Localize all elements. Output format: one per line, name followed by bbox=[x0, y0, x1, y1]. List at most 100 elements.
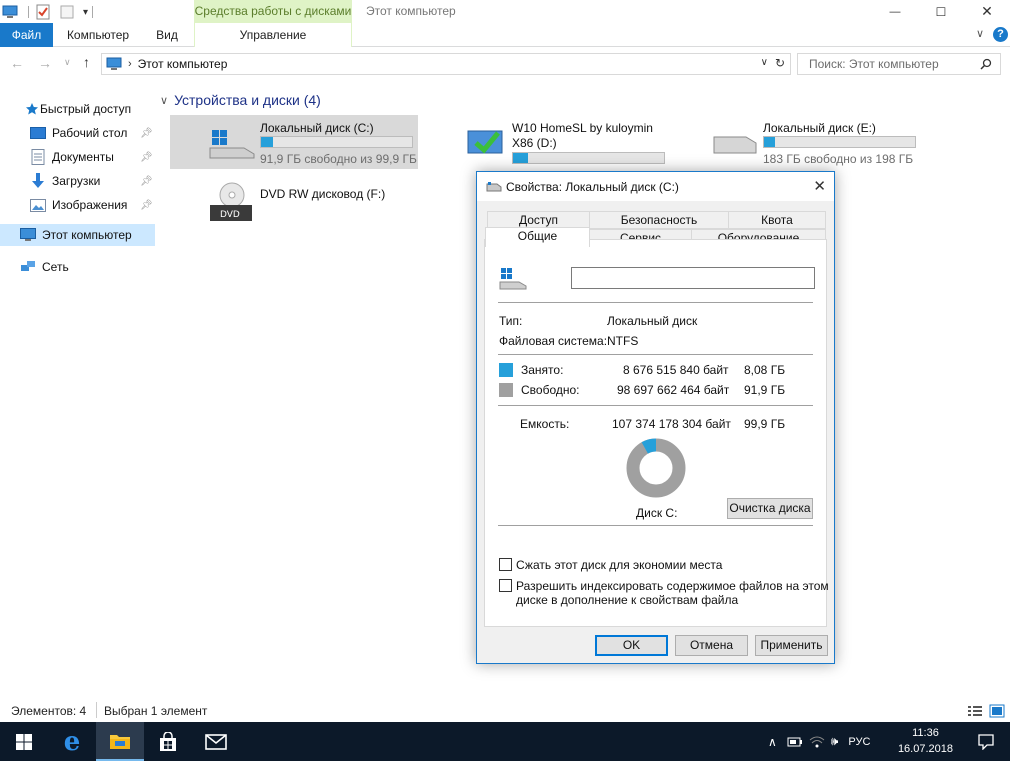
index-label-line1[interactable]: Разрешить индексировать содержимое файло… bbox=[516, 579, 829, 593]
windows-logo-icon bbox=[16, 733, 32, 750]
close-button[interactable]: ✕ bbox=[964, 0, 1010, 23]
minimize-icon: — bbox=[889, 5, 901, 18]
clock[interactable]: 11:36 16.07.2018 bbox=[898, 725, 953, 757]
disk-label: Диск C: bbox=[636, 506, 678, 520]
ribbon-expand-icon[interactable]: ∨ bbox=[976, 27, 984, 40]
maximize-button[interactable]: ☐ bbox=[918, 0, 964, 23]
nav-item-quick-access[interactable]: Быстрый доступ bbox=[0, 98, 155, 120]
disk-cleanup-button[interactable]: Очистка диска bbox=[727, 498, 813, 519]
address-dropdown-icon[interactable]: ∨ bbox=[761, 57, 768, 68]
volume-icon[interactable]: 🕪︎ bbox=[831, 734, 839, 749]
collapse-chevron-icon[interactable]: ∨ bbox=[160, 94, 168, 107]
computer-icon[interactable] bbox=[2, 4, 18, 20]
breadcrumb-chevron-icon[interactable]: › bbox=[128, 58, 132, 70]
compress-checkbox[interactable] bbox=[499, 558, 512, 571]
tab-view[interactable]: Вид bbox=[144, 23, 190, 47]
nav-item-this-pc[interactable]: Этот компьютер bbox=[0, 224, 155, 246]
help-icon[interactable]: ? bbox=[993, 27, 1008, 42]
pin-icon[interactable]: 📌︎ bbox=[140, 176, 153, 187]
drive-name: Локальный диск (C:) bbox=[260, 121, 374, 135]
apply-button[interactable]: Применить bbox=[755, 635, 828, 656]
taskbar-file-explorer[interactable] bbox=[96, 722, 144, 761]
taskbar-mail[interactable] bbox=[192, 722, 240, 761]
taskbar-edge[interactable]: e bbox=[48, 722, 96, 761]
status-selected: Выбран 1 элемент bbox=[104, 704, 208, 718]
nav-item-label: Быстрый доступ bbox=[40, 102, 132, 116]
tab-quota[interactable]: Квота bbox=[728, 211, 826, 229]
free-gb: 91,9 ГБ bbox=[744, 383, 786, 397]
computer-icon bbox=[20, 227, 36, 243]
tab-general[interactable]: Общие bbox=[485, 227, 590, 247]
ok-button[interactable]: OK bbox=[595, 635, 668, 656]
taskbar-store[interactable] bbox=[144, 722, 192, 761]
large-icons-view-icon[interactable] bbox=[989, 704, 1005, 718]
dialog-close-icon[interactable]: ✕ bbox=[813, 177, 826, 195]
breadcrumb-this-pc[interactable]: Этот компьютер bbox=[138, 57, 228, 71]
battery-icon[interactable] bbox=[787, 736, 803, 748]
drive-free-space: 183 ГБ свободно из 198 ГБ bbox=[763, 152, 914, 166]
forward-arrow-icon[interactable]: → bbox=[38, 55, 52, 71]
dialog-title-bar[interactable]: Свойства: Локальный диск (C:) ✕ bbox=[477, 172, 834, 201]
cancel-button[interactable]: Отмена bbox=[675, 635, 748, 656]
drive-c[interactable]: Локальный диск (C:) 91,9 ГБ свободно из … bbox=[170, 115, 418, 169]
install-disc-icon bbox=[467, 130, 503, 154]
recent-locations-icon[interactable]: ∨ bbox=[64, 57, 71, 68]
details-view-icon[interactable] bbox=[967, 704, 983, 718]
nav-item-pictures[interactable]: Изображения 📌︎ bbox=[0, 194, 155, 216]
drive-e[interactable]: Локальный диск (E:) 183 ГБ свободно из 1… bbox=[712, 115, 932, 169]
tab-computer[interactable]: Компьютер bbox=[55, 23, 141, 47]
properties-dialog: Свойства: Локальный диск (C:) ✕ Доступ Б… bbox=[476, 171, 835, 664]
tab-security[interactable]: Безопасность bbox=[589, 211, 729, 229]
tab-file[interactable]: Файл bbox=[0, 23, 53, 47]
input-language[interactable]: РУС bbox=[848, 736, 870, 748]
drive-f[interactable]: DVD DVD RW дисковод (F:) bbox=[208, 181, 418, 235]
quick-access-toolbar: ▾ bbox=[0, 2, 97, 22]
refresh-icon[interactable]: ↻ bbox=[775, 56, 785, 70]
nav-item-network[interactable]: Сеть bbox=[0, 256, 155, 278]
mail-icon bbox=[205, 733, 227, 750]
pin-icon[interactable]: 📌︎ bbox=[140, 152, 153, 163]
maximize-icon: ☐ bbox=[935, 4, 947, 19]
tab-manage[interactable]: Управление bbox=[194, 23, 352, 47]
type-value: Локальный диск bbox=[607, 314, 698, 328]
drive-free-space: 91,9 ГБ свободно из 99,9 ГБ bbox=[260, 152, 417, 166]
computer-icon bbox=[106, 57, 122, 70]
pin-icon[interactable]: 📌︎ bbox=[140, 200, 153, 211]
minimize-button[interactable]: — bbox=[872, 0, 918, 23]
nav-item-label: Сеть bbox=[42, 260, 69, 274]
nav-item-documents[interactable]: Документы 📌︎ bbox=[0, 146, 155, 168]
nav-item-downloads[interactable]: Загрузки 📌︎ bbox=[0, 170, 155, 192]
qat-dropdown-icon[interactable]: ▾ bbox=[83, 7, 88, 18]
network-wifi-icon[interactable] bbox=[809, 735, 825, 749]
start-button[interactable] bbox=[0, 722, 48, 761]
status-items-count: Элементов: 4 bbox=[11, 704, 87, 718]
drive-usage-bar bbox=[763, 136, 916, 148]
index-label-line2[interactable]: диске в дополнение к свойствам файла bbox=[516, 593, 738, 607]
show-hidden-icons-icon[interactable]: ∧ bbox=[768, 735, 777, 749]
divider bbox=[498, 302, 813, 303]
title-bar: ▾ Средства работы с дисками Этот компьют… bbox=[0, 0, 1010, 23]
index-checkbox[interactable] bbox=[499, 579, 512, 592]
nav-item-label: Этот компьютер bbox=[42, 228, 132, 242]
nav-item-label: Загрузки bbox=[52, 174, 101, 188]
search-placeholder: Поиск: Этот компьютер bbox=[809, 57, 939, 71]
action-center-button[interactable] bbox=[962, 722, 1010, 761]
drive-d[interactable]: W10 HomeSL by kuloymin X86 (D:) bbox=[464, 115, 684, 169]
type-label: Тип: bbox=[499, 314, 523, 328]
address-bar[interactable]: › Этот компьютер ∨ ↻ bbox=[101, 53, 791, 75]
search-input[interactable]: Поиск: Этот компьютер bbox=[797, 53, 1001, 75]
pin-icon[interactable]: 📌︎ bbox=[140, 128, 153, 139]
notifications-icon bbox=[978, 733, 994, 750]
volume-label-input[interactable] bbox=[571, 267, 815, 289]
ribbon-tabs: Файл Компьютер Вид Управление ∨ ? bbox=[0, 23, 1010, 47]
back-arrow-icon[interactable]: ← bbox=[10, 55, 24, 71]
search-icon[interactable] bbox=[980, 58, 992, 70]
filesystem-label: Файловая система: bbox=[499, 334, 608, 348]
group-header-devices[interactable]: ∨ Устройства и диски (4) bbox=[160, 92, 321, 108]
nav-item-desktop[interactable]: Рабочий стол 📌︎ bbox=[0, 122, 155, 144]
properties-icon[interactable] bbox=[35, 4, 51, 20]
status-bar: Элементов: 4 Выбран 1 элемент bbox=[0, 700, 1010, 722]
up-arrow-icon[interactable]: ↑ bbox=[83, 54, 90, 70]
new-folder-icon[interactable] bbox=[59, 4, 75, 20]
compress-label[interactable]: Сжать этот диск для экономии места bbox=[516, 558, 722, 572]
